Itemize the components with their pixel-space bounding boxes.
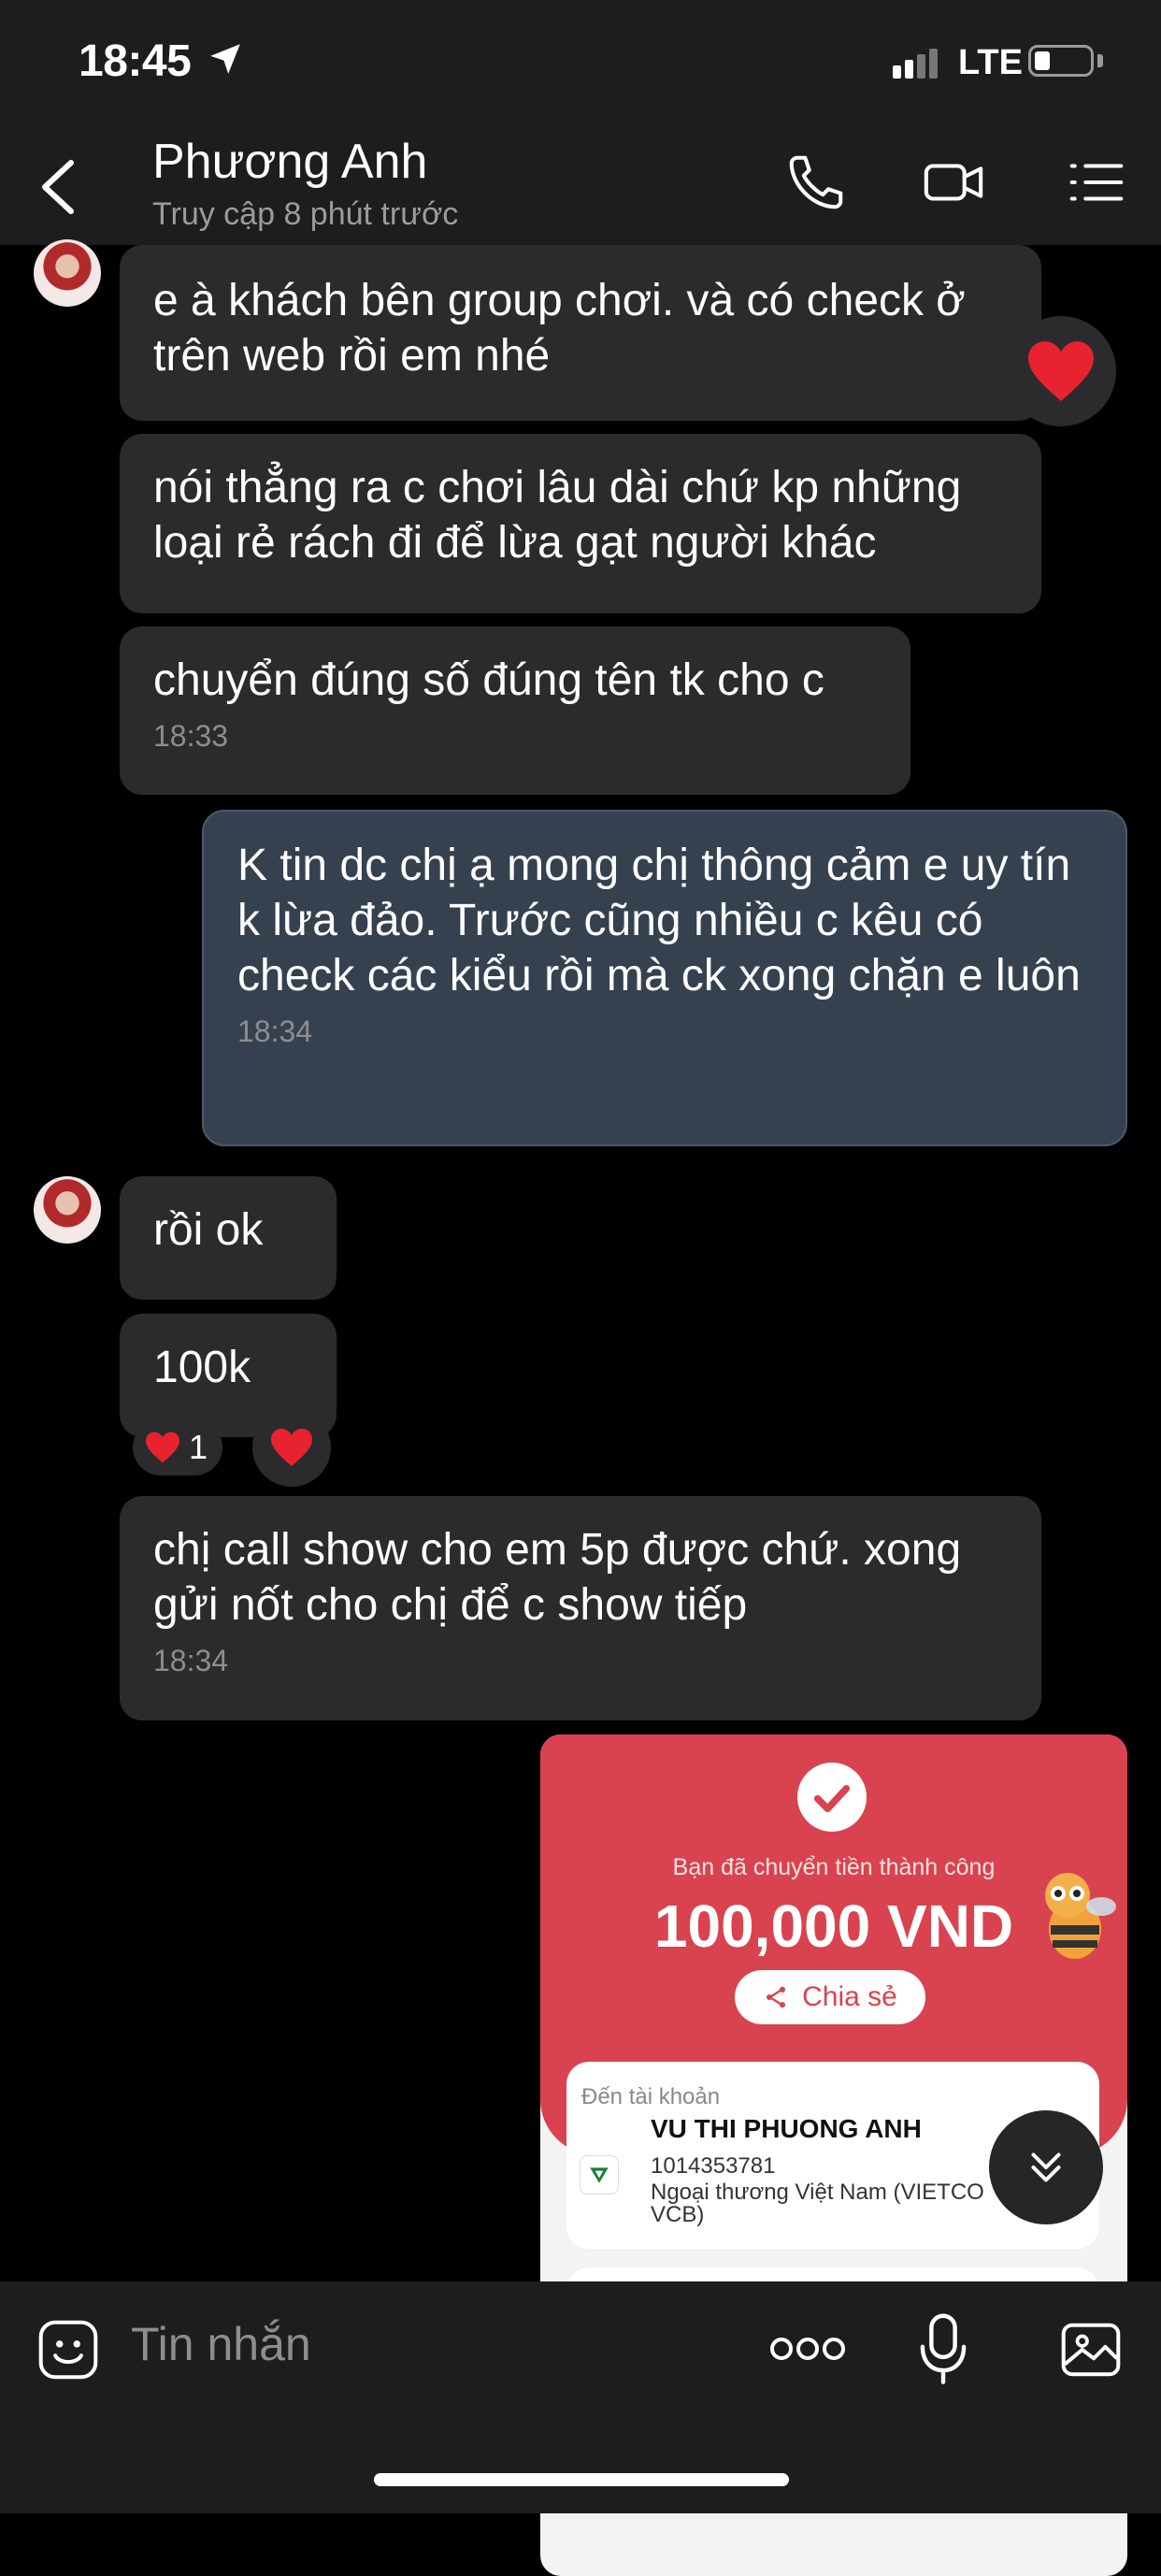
message-time: 18:34 [237,1015,313,1048]
mascot-icon [1045,1873,1116,1959]
signal-icon [893,49,941,79]
share-button[interactable]: Chia sẻ [735,1970,925,2024]
message-time: 18:34 [153,1644,229,1677]
scroll-to-bottom-button[interactable] [989,2110,1103,2224]
message-bubble[interactable]: rồi ok [120,1176,337,1300]
home-indicator[interactable] [374,2473,789,2486]
contact-name[interactable]: Phương Anh [152,134,427,190]
message-bubble[interactable]: nói thẳng ra c chơi lâu dài chứ kp những… [120,434,1041,613]
message-time: 18:33 [153,719,229,753]
message-input[interactable]: Tin nhắn [131,2317,311,2371]
battery-icon [1028,45,1094,77]
message-bubble[interactable]: chị call show cho em 5p được chứ. xong g… [120,1496,1041,1720]
more-options-icon[interactable] [768,2328,847,2369]
message-bubble[interactable]: e à khách bên group chơi. và có check ở … [120,245,1041,421]
recipient-name: VU THI PHUONG ANH [651,2114,922,2143]
message-text: chị call show cho em 5p được chứ. xong g… [153,1525,962,1630]
heart-icon [146,1432,179,1463]
heart-icon [1028,341,1094,401]
contact-avatar[interactable] [34,1176,101,1244]
my-message-bubble[interactable]: K tin dc chị ạ mong chị thông cảm e uy t… [202,810,1127,1146]
sticker-emoji-icon[interactable] [34,2315,103,2384]
last-seen-status: Truy cập 8 phút trước [152,196,459,232]
double-chevron-down-icon [1031,2152,1061,2182]
message-text: rồi ok [153,1205,264,1255]
account-number: 1014353781 [651,2153,776,2179]
network-label: LTE [958,43,1023,82]
bank-logo-icon [580,2155,619,2195]
options-menu-icon[interactable] [1064,150,1129,215]
status-time: 18:45 [79,36,192,86]
success-check-icon [797,1763,867,1832]
message-text: K tin dc chị ạ mong chị thông cảm e uy t… [237,841,1081,1000]
location-arrow-icon [210,44,240,74]
battery-cap [1097,54,1103,67]
message-text: e à khách bên group chơi. và có check ở … [153,276,966,381]
reaction-count[interactable]: 1 [133,1419,222,1475]
phone-call-icon[interactable] [783,150,849,215]
heart-reaction[interactable] [1006,316,1116,426]
bank-name: Ngoại thương Việt Nam (VIETCO VCB) [651,2180,984,2227]
contact-avatar[interactable] [34,239,101,307]
message-text: nói thẳng ra c chơi lâu dài chứ kp những… [153,463,962,568]
image-gallery-icon[interactable] [1056,2315,1125,2384]
microphone-icon[interactable] [914,2311,972,2388]
add-heart-reaction[interactable] [252,1408,331,1487]
message-text: 100k [153,1343,251,1392]
share-label: Chia sẻ [802,1981,897,2012]
video-call-icon[interactable] [921,150,986,215]
heart-icon [271,1429,312,1466]
back-icon[interactable] [37,157,79,217]
share-icon [767,1986,786,2008]
message-bubble[interactable]: chuyển đúng số đúng tên tk cho c 18:33 [120,626,910,795]
recipient-label: Đến tài khoản [581,2084,721,2109]
message-text: chuyển đúng số đúng tên tk cho c [153,655,824,705]
reaction-count-text: 1 [189,1428,208,1466]
